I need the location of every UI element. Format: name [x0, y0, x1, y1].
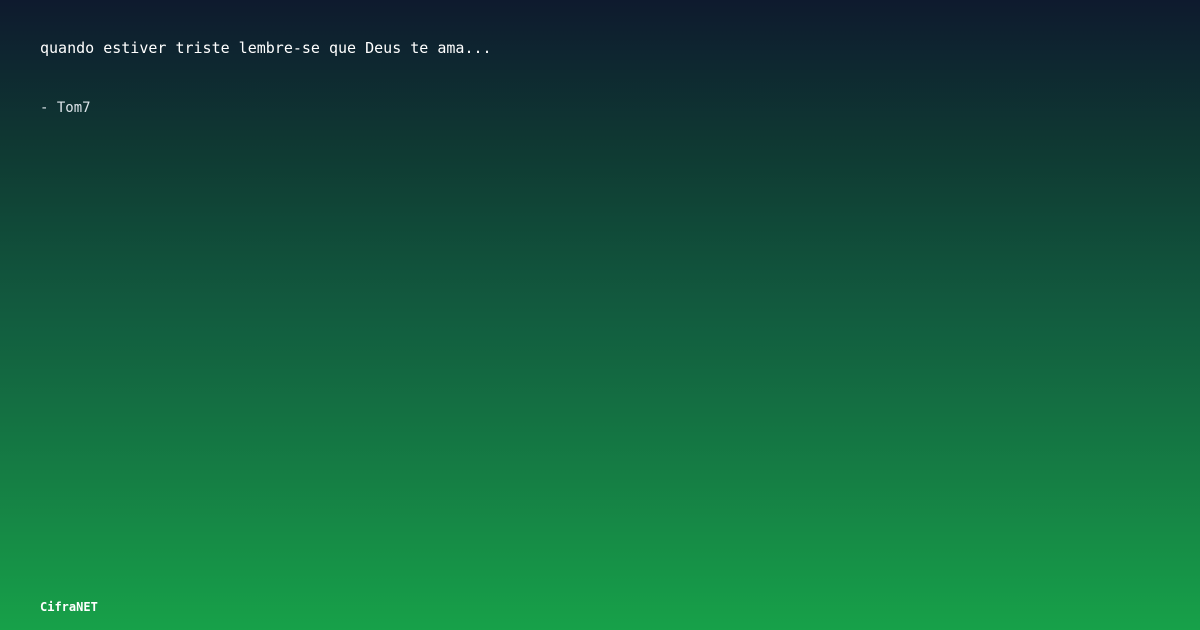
quote-author: - Tom7: [40, 100, 91, 116]
brand-logo: CifraNET: [40, 600, 98, 614]
quote-text: quando estiver triste lembre-se que Deus…: [40, 39, 492, 57]
